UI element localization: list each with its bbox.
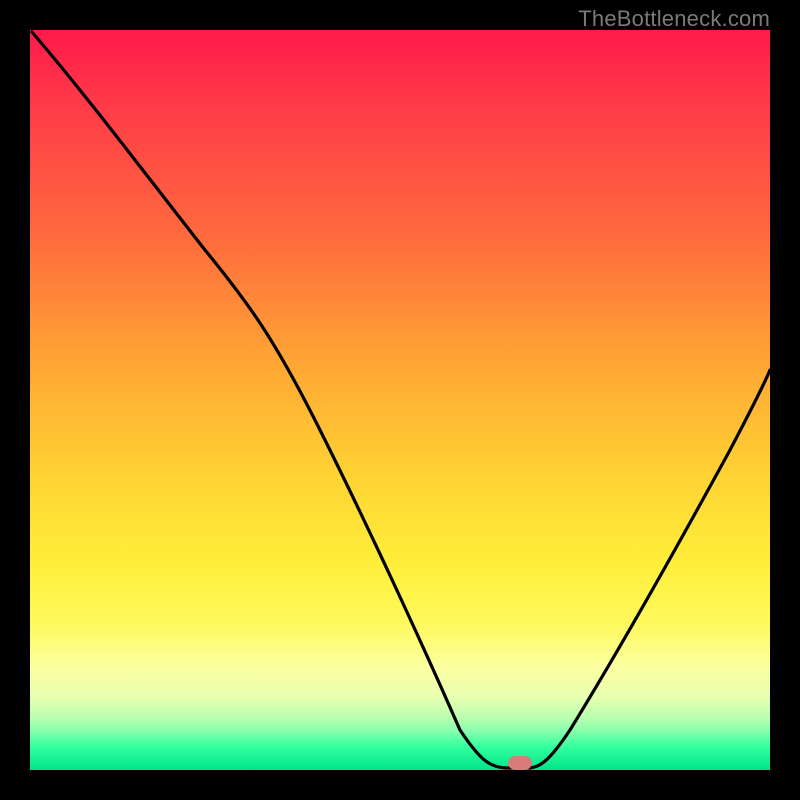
plot-area (30, 30, 770, 770)
curve-path (32, 32, 770, 768)
attribution-text: TheBottleneck.com (578, 6, 770, 32)
min-marker (508, 756, 532, 770)
bottleneck-curve (30, 30, 770, 770)
chart-frame: TheBottleneck.com (0, 0, 800, 800)
